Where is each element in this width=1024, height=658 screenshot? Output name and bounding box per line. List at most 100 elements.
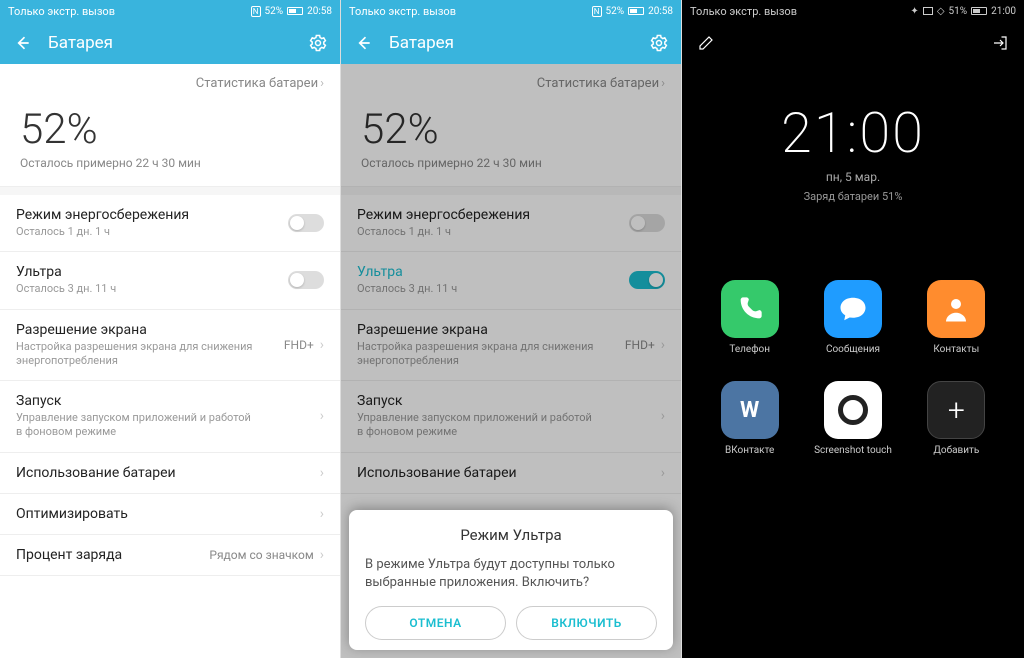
gear-icon[interactable] — [649, 33, 669, 53]
contacts-icon — [927, 280, 985, 338]
app-vk[interactable]: W ВКонтакте — [704, 381, 795, 456]
nfc-icon: N — [251, 6, 261, 17]
edit-icon[interactable] — [696, 33, 716, 53]
row-charge-percent[interactable]: Процент заряда Рядом со значком › — [0, 535, 340, 576]
ultra-header — [682, 22, 1024, 64]
app-messages[interactable]: Сообщения — [807, 280, 898, 355]
back-icon[interactable] — [12, 33, 32, 53]
content: Статистика батареи› 52% Осталось примерн… — [0, 64, 340, 658]
page-title: Батарея — [389, 33, 633, 53]
row-sub: Осталось 1 дн. 1 ч — [16, 225, 256, 239]
app-label: Добавить — [933, 445, 979, 456]
status-icons: N 52% 20:58 — [251, 6, 332, 17]
row-title: Оптимизировать — [16, 506, 320, 522]
row-optimize[interactable]: Оптимизировать › — [0, 494, 340, 535]
row-sub: Осталось 3 дн. 11 ч — [16, 282, 256, 296]
battery-pct: 51% — [949, 6, 968, 17]
battery-pct: 52% — [606, 6, 625, 17]
row-sub: Управление запуском приложений и работой… — [16, 411, 256, 440]
dialog-title: Режим Ультра — [365, 526, 657, 544]
clock-text: 21:00 — [991, 6, 1016, 17]
screenshot-icon — [824, 381, 882, 439]
app-header: Батарея — [0, 22, 340, 64]
app-label: Телефон — [729, 344, 770, 355]
screen-ultra-mode: Только экстр. вызов ✦ ◇ 51% 21:00 — [682, 0, 1024, 658]
battery-icon — [971, 7, 987, 15]
battery-text: Заряд батареи 51% — [682, 190, 1024, 203]
status-icons: N 52% 20:58 — [592, 6, 673, 17]
status-bar: Только экстр. вызов ✦ ◇ 51% 21:00 — [682, 0, 1024, 22]
toggle-ultra[interactable] — [288, 271, 324, 289]
row-screen-res[interactable]: Разрешение экрана Настройка разрешения э… — [0, 310, 340, 382]
app-label: Сообщения — [826, 344, 880, 355]
screen-battery-settings: Только экстр. вызов N 52% 20:58 Батарея … — [0, 0, 341, 658]
app-add[interactable]: + Добавить — [911, 381, 1002, 456]
plus-icon: + — [927, 381, 985, 439]
chevron-right-icon: › — [320, 76, 324, 91]
row-battery-usage[interactable]: Использование батареи › — [0, 453, 340, 494]
battery-level-block: 52% Осталось примерно 22 ч 30 мин — [0, 99, 340, 187]
battery-estimate: Осталось примерно 22 ч 30 мин — [20, 156, 320, 170]
link-text: Статистика батареи — [196, 76, 318, 91]
ultra-home: 21:00 пн, 5 мар. Заряд батареи 51% Телеф… — [682, 22, 1024, 658]
content: Статистика батареи› 52% Осталось примерн… — [341, 64, 681, 658]
cast-icon — [923, 7, 933, 15]
gear-icon[interactable] — [308, 33, 328, 53]
app-phone[interactable]: Телефон — [704, 280, 795, 355]
row-title: Процент заряда — [16, 547, 209, 563]
row-title: Разрешение экрана — [16, 322, 284, 338]
battery-icon — [287, 7, 303, 15]
clock-time: 21:00 — [682, 100, 1024, 166]
row-value: FHD+ — [284, 338, 314, 352]
app-label: Screenshot touch — [814, 445, 892, 456]
clock-text: 20:58 — [648, 6, 673, 17]
app-contacts[interactable]: Контакты — [911, 280, 1002, 355]
row-ultra[interactable]: Ультра Осталось 3 дн. 11 ч — [0, 252, 340, 309]
app-label: ВКонтакте — [725, 445, 774, 456]
row-title: Ультра — [16, 264, 288, 280]
clock-widget: 21:00 пн, 5 мар. Заряд батареи 51% — [682, 100, 1024, 203]
battery-pct: 52% — [265, 6, 284, 17]
exit-icon[interactable] — [990, 33, 1010, 53]
dnd-icon: ✦ — [910, 6, 918, 17]
app-screenshot[interactable]: Screenshot touch — [807, 381, 898, 456]
enable-button[interactable]: ВКЛЮЧИТЬ — [516, 606, 657, 640]
chevron-right-icon: › — [320, 506, 324, 522]
row-sub: Настройка разрешения экрана для снижения… — [16, 340, 256, 369]
status-bar: Только экстр. вызов N 52% 20:58 — [341, 0, 681, 22]
dialog-message: В режиме Ультра будут доступны только вы… — [365, 556, 657, 592]
chevron-right-icon: › — [320, 547, 324, 563]
clock-text: 20:58 — [307, 6, 332, 17]
vk-icon: W — [721, 381, 779, 439]
status-icons: ✦ ◇ 51% 21:00 — [910, 6, 1016, 17]
row-title: Запуск — [16, 393, 320, 409]
battery-pct-big: 52% — [20, 105, 320, 154]
chevron-right-icon: › — [320, 337, 324, 353]
battery-stats-link[interactable]: Статистика батареи› — [0, 64, 340, 99]
app-grid: Телефон Сообщения Контакты W ВКонтак — [682, 280, 1024, 456]
back-icon[interactable] — [353, 33, 373, 53]
network-status: Только экстр. вызов — [8, 5, 115, 18]
row-power-saving[interactable]: Режим энергосбережения Осталось 1 дн. 1 … — [0, 195, 340, 252]
row-value: Рядом со значком — [209, 548, 313, 562]
row-launch[interactable]: Запуск Управление запуском приложений и … — [0, 381, 340, 453]
divider — [0, 187, 340, 195]
page-title: Батарея — [48, 33, 292, 53]
messages-icon — [824, 280, 882, 338]
clock-date: пн, 5 мар. — [682, 170, 1024, 184]
wifi-icon: ◇ — [937, 6, 945, 17]
battery-icon — [628, 7, 644, 15]
phone-icon — [721, 280, 779, 338]
row-title: Использование батареи — [16, 465, 320, 481]
network-status: Только экстр. вызов — [690, 5, 797, 18]
app-label: Контакты — [933, 344, 979, 355]
chevron-right-icon: › — [320, 465, 324, 481]
row-title: Режим энергосбережения — [16, 207, 288, 223]
app-header: Батарея — [341, 22, 681, 64]
chevron-right-icon: › — [320, 408, 324, 424]
toggle-power-saving[interactable] — [288, 214, 324, 232]
ultra-dialog: Режим Ультра В режиме Ультра будут досту… — [349, 510, 673, 650]
status-bar: Только экстр. вызов N 52% 20:58 — [0, 0, 340, 22]
network-status: Только экстр. вызов — [349, 5, 456, 18]
cancel-button[interactable]: ОТМЕНА — [365, 606, 506, 640]
